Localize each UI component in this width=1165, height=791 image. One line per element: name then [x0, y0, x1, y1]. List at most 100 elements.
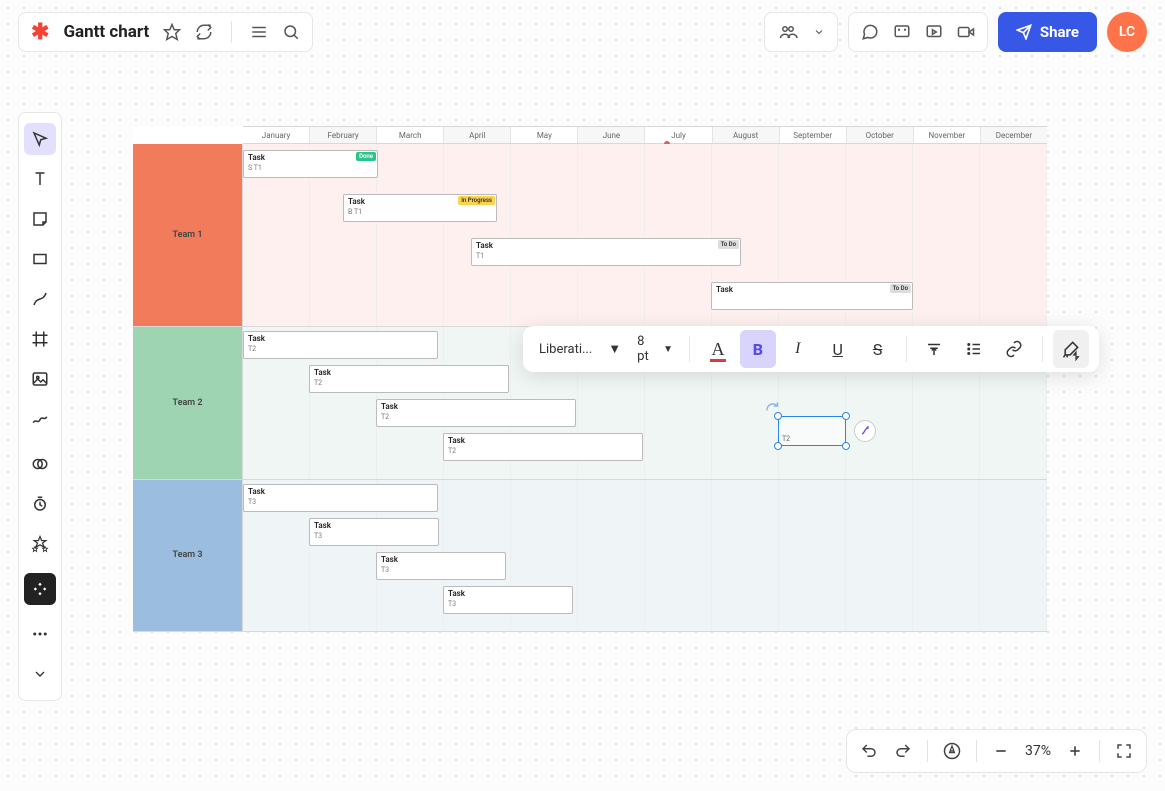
- fullscreen-button[interactable]: [1114, 741, 1134, 761]
- task-subtitle: S T1: [248, 164, 373, 172]
- team-tracks: Task T3 Task T3 Task T3 Task T3: [243, 480, 1047, 633]
- separator: [906, 336, 907, 362]
- format-painter-button[interactable]: [1053, 330, 1089, 368]
- team-label: Team 2: [133, 327, 243, 480]
- task-card[interactable]: Task T2: [443, 433, 643, 461]
- zoom-in-button[interactable]: [1065, 741, 1085, 761]
- draw-tool[interactable]: [24, 403, 56, 435]
- redo-button[interactable]: [893, 741, 913, 761]
- task-subtitle: T3: [448, 600, 568, 608]
- menu-icon[interactable]: [250, 23, 268, 41]
- task-subtitle: T2: [448, 447, 638, 455]
- left-toolbar: [18, 112, 62, 701]
- connector-tool[interactable]: [24, 283, 56, 315]
- undo-button[interactable]: [859, 741, 879, 761]
- font-size-select[interactable]: 8 pt ▼: [631, 334, 679, 364]
- task-subtitle: T1: [476, 252, 736, 260]
- month-col: June: [578, 127, 645, 143]
- chart-body: Team 1 Task S T1 Done Task B T1 In Progr…: [133, 144, 1047, 632]
- task-title: Task: [381, 555, 501, 564]
- link-button[interactable]: [996, 330, 1032, 368]
- task-card[interactable]: Task T3: [243, 484, 438, 512]
- task-card[interactable]: Task S T1 Done: [243, 150, 378, 178]
- user-avatar[interactable]: LC: [1107, 12, 1147, 52]
- task-title: Task: [476, 241, 736, 250]
- comment-icon[interactable]: [861, 23, 879, 41]
- team-row-3: Team 3 Task T3 Task T3 Task T3 Task T3: [133, 480, 1047, 633]
- task-card[interactable]: Task T2: [243, 331, 438, 359]
- collaborators-group[interactable]: [764, 12, 838, 52]
- font-family-select[interactable]: Liberati... ▼: [533, 341, 627, 357]
- task-card[interactable]: Task T2: [376, 399, 576, 427]
- month-col: April: [444, 127, 511, 143]
- text-tool[interactable]: [24, 163, 56, 195]
- month-col: September: [780, 127, 847, 143]
- separator: [231, 21, 232, 43]
- team-tracks: Task S T1 Done Task B T1 In Progress Tas…: [243, 144, 1047, 327]
- team-row-1: Team 1 Task S T1 Done Task B T1 In Progr…: [133, 144, 1047, 327]
- help-icon[interactable]: [942, 741, 962, 761]
- task-title: Task: [248, 334, 433, 343]
- font-size: 8 pt: [637, 334, 657, 364]
- bold-button[interactable]: B: [740, 330, 776, 368]
- month-col: May: [511, 127, 578, 143]
- task-card[interactable]: Task T3: [309, 518, 439, 546]
- apps-tool[interactable]: [24, 573, 56, 605]
- rotate-handle[interactable]: [854, 420, 876, 442]
- task-subtitle: T3: [381, 566, 501, 574]
- resize-handle[interactable]: [842, 442, 850, 450]
- emoji-tool[interactable]: [24, 528, 56, 560]
- document-title[interactable]: Gantt chart: [63, 22, 149, 42]
- task-card[interactable]: Task T3: [443, 586, 573, 614]
- more-tool[interactable]: [24, 618, 56, 650]
- selection-box[interactable]: T2: [778, 416, 846, 446]
- task-title: Task: [448, 589, 568, 598]
- task-subtitle: B T1: [348, 208, 492, 216]
- align-button[interactable]: [916, 330, 952, 368]
- task-card[interactable]: Task T2: [309, 365, 509, 393]
- star-icon[interactable]: [163, 23, 181, 41]
- month-col: March: [377, 127, 444, 143]
- search-icon[interactable]: [282, 23, 300, 41]
- frame-tool[interactable]: [24, 323, 56, 355]
- rectangle-tool[interactable]: [24, 243, 56, 275]
- status-badge: Done: [356, 152, 376, 161]
- resize-handle[interactable]: [774, 442, 782, 450]
- zoom-percent[interactable]: 37%: [1025, 743, 1051, 759]
- text-color-button[interactable]: A: [700, 330, 736, 368]
- video-icon[interactable]: [957, 23, 975, 41]
- month-col: October: [847, 127, 914, 143]
- timer-tool[interactable]: [24, 488, 56, 520]
- task-card[interactable]: Task T1 To Do: [471, 238, 741, 266]
- shapes-tool[interactable]: [24, 448, 56, 480]
- share-button[interactable]: Share: [998, 12, 1097, 52]
- list-button[interactable]: [956, 330, 992, 368]
- task-title: Task: [314, 521, 434, 530]
- top-left-group: ✱ Gantt chart: [18, 12, 313, 52]
- app-logo[interactable]: ✱: [31, 20, 49, 45]
- italic-button[interactable]: I: [780, 330, 816, 368]
- separator: [927, 740, 928, 762]
- resize-handle[interactable]: [842, 412, 850, 420]
- zoom-out-button[interactable]: [991, 741, 1011, 761]
- note-tool[interactable]: [24, 203, 56, 235]
- cursor-tool[interactable]: [24, 123, 56, 155]
- presentation-icon[interactable]: [925, 23, 943, 41]
- share-label: Share: [1040, 23, 1079, 41]
- strikethrough-button[interactable]: S: [860, 330, 896, 368]
- task-card[interactable]: Task To Do: [711, 282, 913, 310]
- underline-button[interactable]: U: [820, 330, 856, 368]
- task-title: Task: [248, 153, 373, 162]
- gantt-chart[interactable]: January February March April May June Ju…: [133, 126, 1047, 632]
- task-card[interactable]: Task T3: [376, 552, 506, 580]
- expand-icon[interactable]: [24, 658, 56, 690]
- task-card[interactable]: Task B T1 In Progress: [343, 194, 497, 222]
- task-title: Task: [314, 368, 504, 377]
- sync-icon[interactable]: [195, 23, 213, 41]
- image-tool[interactable]: [24, 363, 56, 395]
- annotation-icon[interactable]: [893, 23, 911, 41]
- separator: [689, 336, 690, 362]
- task-title: Task: [716, 285, 908, 294]
- resize-handle[interactable]: [774, 412, 782, 420]
- month-col: January: [243, 127, 310, 143]
